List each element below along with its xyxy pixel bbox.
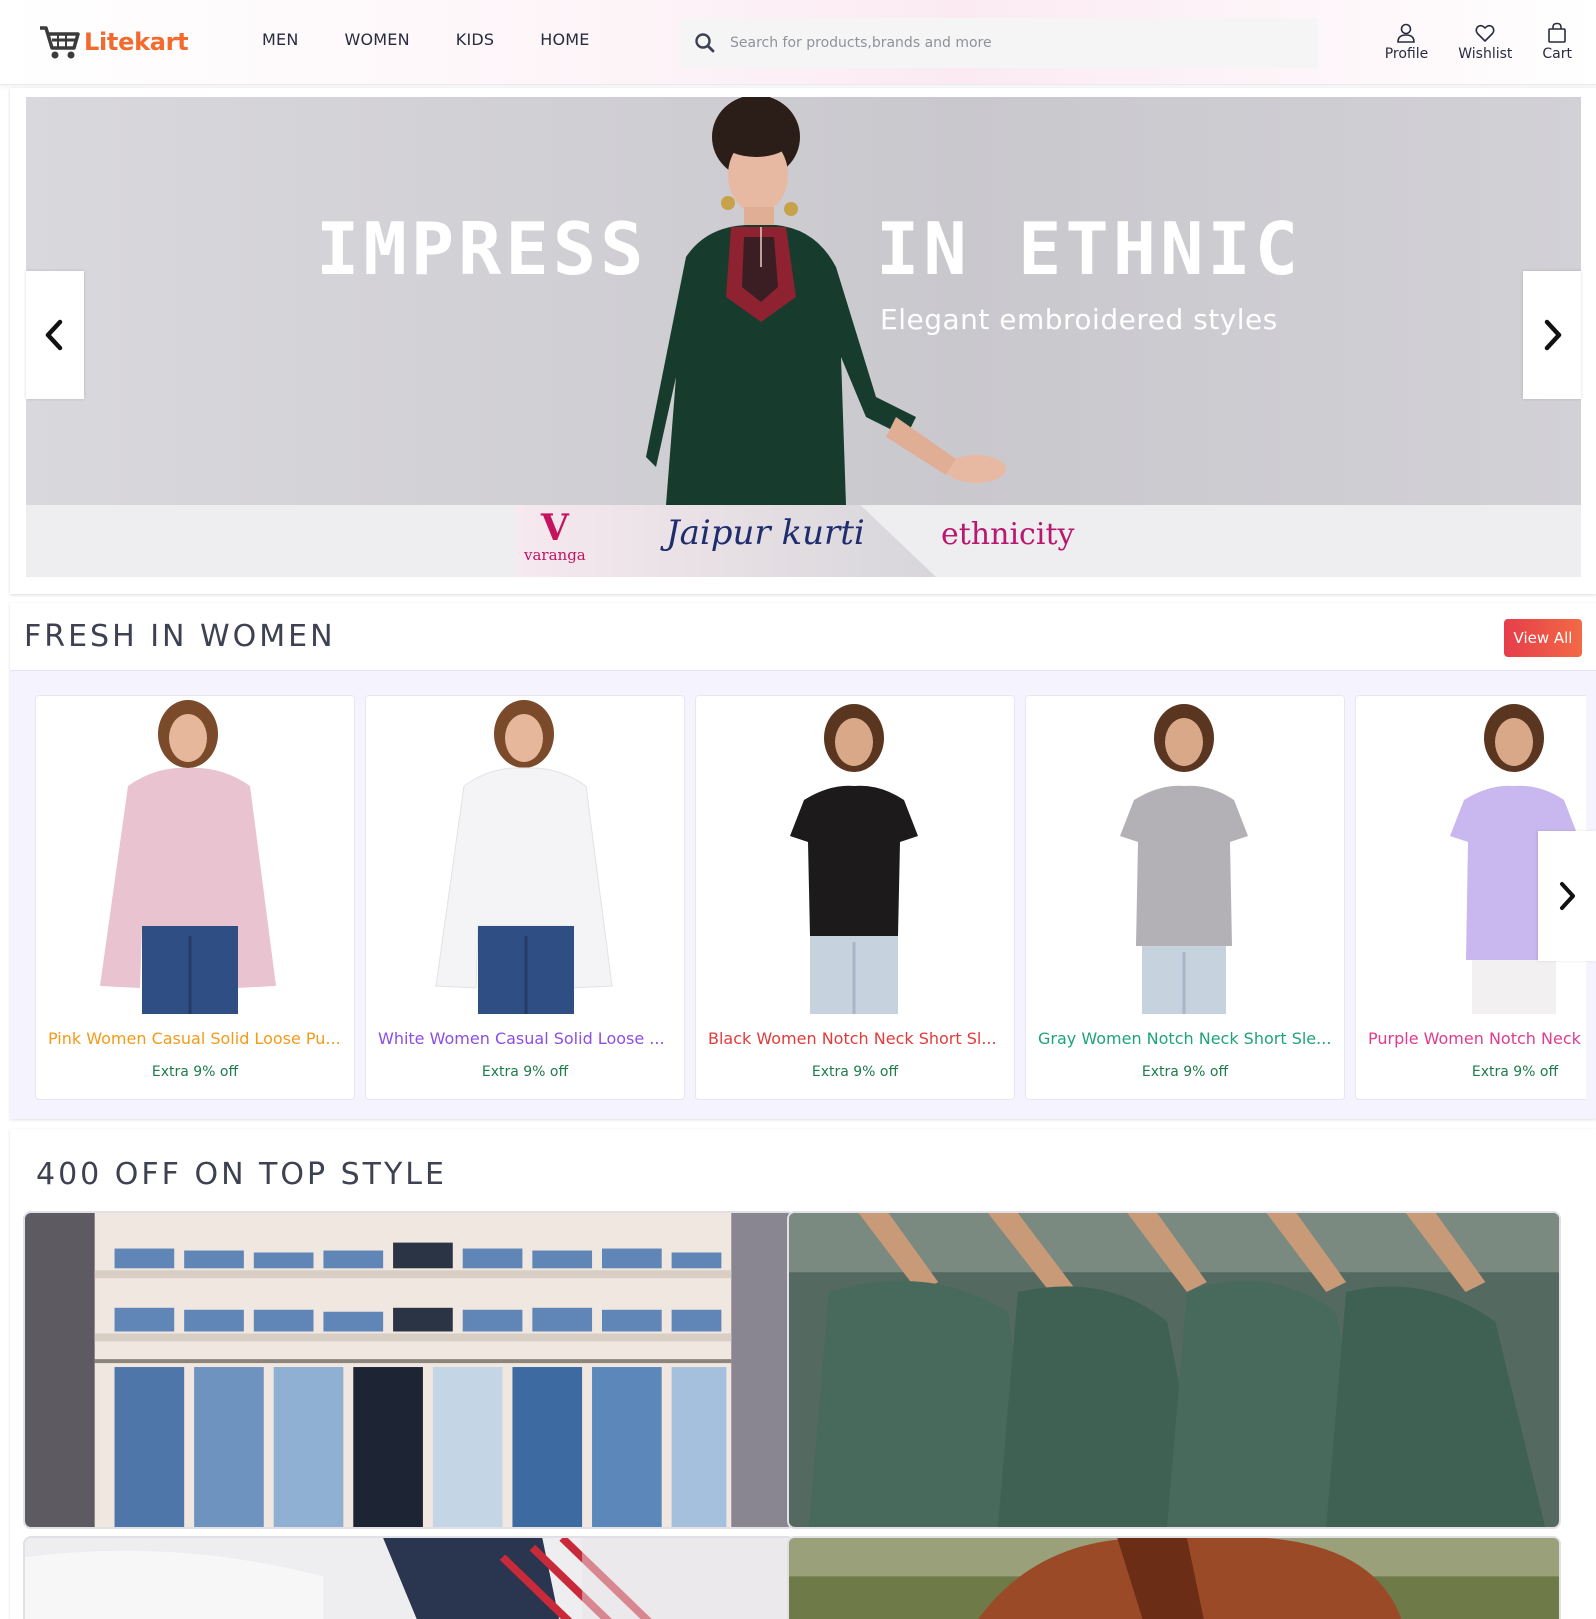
product-image [36,696,354,1014]
main-nav: MEN WOMEN KIDS HOME [262,30,636,49]
cart-logo-icon [40,26,80,59]
product-offer: Extra 9% off [811,1064,899,1080]
offer-tile-jeans[interactable] [23,1211,795,1529]
section-title: FRESH IN WOMEN [24,619,336,654]
heart-icon [1475,24,1495,42]
search-icon[interactable] [694,32,716,54]
wishlist-button[interactable]: Wishlist [1458,22,1512,62]
nav-kids[interactable]: KIDS [456,30,495,49]
product-offer: Extra 9% off [1141,1064,1229,1080]
banner-title-left: IMPRESS [316,207,648,291]
hero-banner-section: IMPRESS IN ETHNIC Elegant embroidered st… [10,88,1596,594]
search-bar[interactable] [680,18,1318,68]
varanga-mark: V [540,507,569,549]
product-card[interactable]: White Women Casual Solid Loose ... Extra… [365,695,685,1100]
view-all-button[interactable]: View All [1504,619,1582,657]
chevron-right-icon [1560,882,1575,910]
cart-label: Cart [1542,46,1572,62]
green-tshirts-image [789,1213,1559,1527]
chevron-left-icon [45,319,63,351]
hero-banner[interactable]: IMPRESS IN ETHNIC Elegant embroidered st… [26,97,1581,577]
products-next-button[interactable] [1538,831,1596,961]
nav-women[interactable]: WOMEN [344,30,409,49]
profile-button[interactable]: Profile [1384,22,1429,62]
product-card[interactable]: Black Women Notch Neck Short Sl... Extra… [695,695,1015,1100]
section-title: 400 OFF ON TOP STYLE [36,1157,447,1192]
brand-jaipur-kurti-logo[interactable]: Jaipur kurti [666,513,865,553]
user-icon [1397,23,1416,43]
product-name[interactable]: Gray Women Notch Neck Short Sle... [1038,1029,1334,1048]
nav-men[interactable]: MEN [262,30,298,49]
section-header: FRESH IN WOMEN View All [10,603,1596,671]
offer-tile-casual[interactable] [23,1536,795,1619]
profile-label: Profile [1384,46,1429,62]
header-actions: Profile Wishlist Cart [1355,22,1572,62]
product-offer: Extra 9% off [151,1064,239,1080]
product-name[interactable]: Purple Women Notch Neck Short Sleeve [1368,1029,1586,1048]
banner-subtitle: Elegant embroidered styles [880,303,1278,336]
varanga-text: varanga [524,546,586,564]
banner-next-button[interactable] [1523,271,1581,399]
top-style-offer-section: 400 OFF ON TOP STYLE [10,1129,1596,1619]
product-card[interactable]: Pink Women Casual Solid Loose Pu... Extr… [35,695,355,1100]
wishlist-label: Wishlist [1458,46,1513,62]
product-name[interactable]: Pink Women Casual Solid Loose Pu... [48,1029,344,1048]
banner-title-right: IN ETHNIC [876,207,1303,291]
brand-ethnicity-logo[interactable]: ethnicity [941,517,1074,552]
banner-model-image [646,97,1006,505]
product-offer: Extra 9% off [1471,1064,1559,1080]
product-name[interactable]: White Women Casual Solid Loose ... [378,1029,674,1048]
jeans-rack-image [25,1213,793,1527]
product-name[interactable]: Black Women Notch Neck Short Sl... [708,1029,1004,1048]
casual-wear-image [25,1538,793,1619]
banner-prev-button[interactable] [26,271,84,399]
product-image [366,696,684,1014]
bag-icon [1548,22,1566,43]
brand-varanga-logo[interactable]: V varanga [524,509,586,563]
product-offer: Extra 9% off [481,1064,569,1080]
fresh-in-women-section: FRESH IN WOMEN View All Pink Women Casua… [10,603,1596,1119]
chevron-right-icon [1544,319,1562,351]
offer-tile-tshirts[interactable] [787,1211,1561,1529]
offer-tile-jacket[interactable] [787,1536,1561,1619]
product-image [696,696,1014,1014]
top-header: Litekart MEN WOMEN KIDS HOME Profile Wis… [0,0,1596,85]
product-image [1026,696,1344,1014]
leather-jacket-image [789,1538,1559,1619]
logo-text: Litekart [84,28,189,56]
logo[interactable]: Litekart [38,22,189,62]
search-input[interactable] [730,35,1290,51]
product-card[interactable]: Gray Women Notch Neck Short Sle... Extra… [1025,695,1345,1100]
cart-button[interactable]: Cart [1542,22,1572,62]
product-carousel: Pink Women Casual Solid Loose Pu... Extr… [35,695,1586,1100]
nav-home[interactable]: HOME [540,30,589,49]
